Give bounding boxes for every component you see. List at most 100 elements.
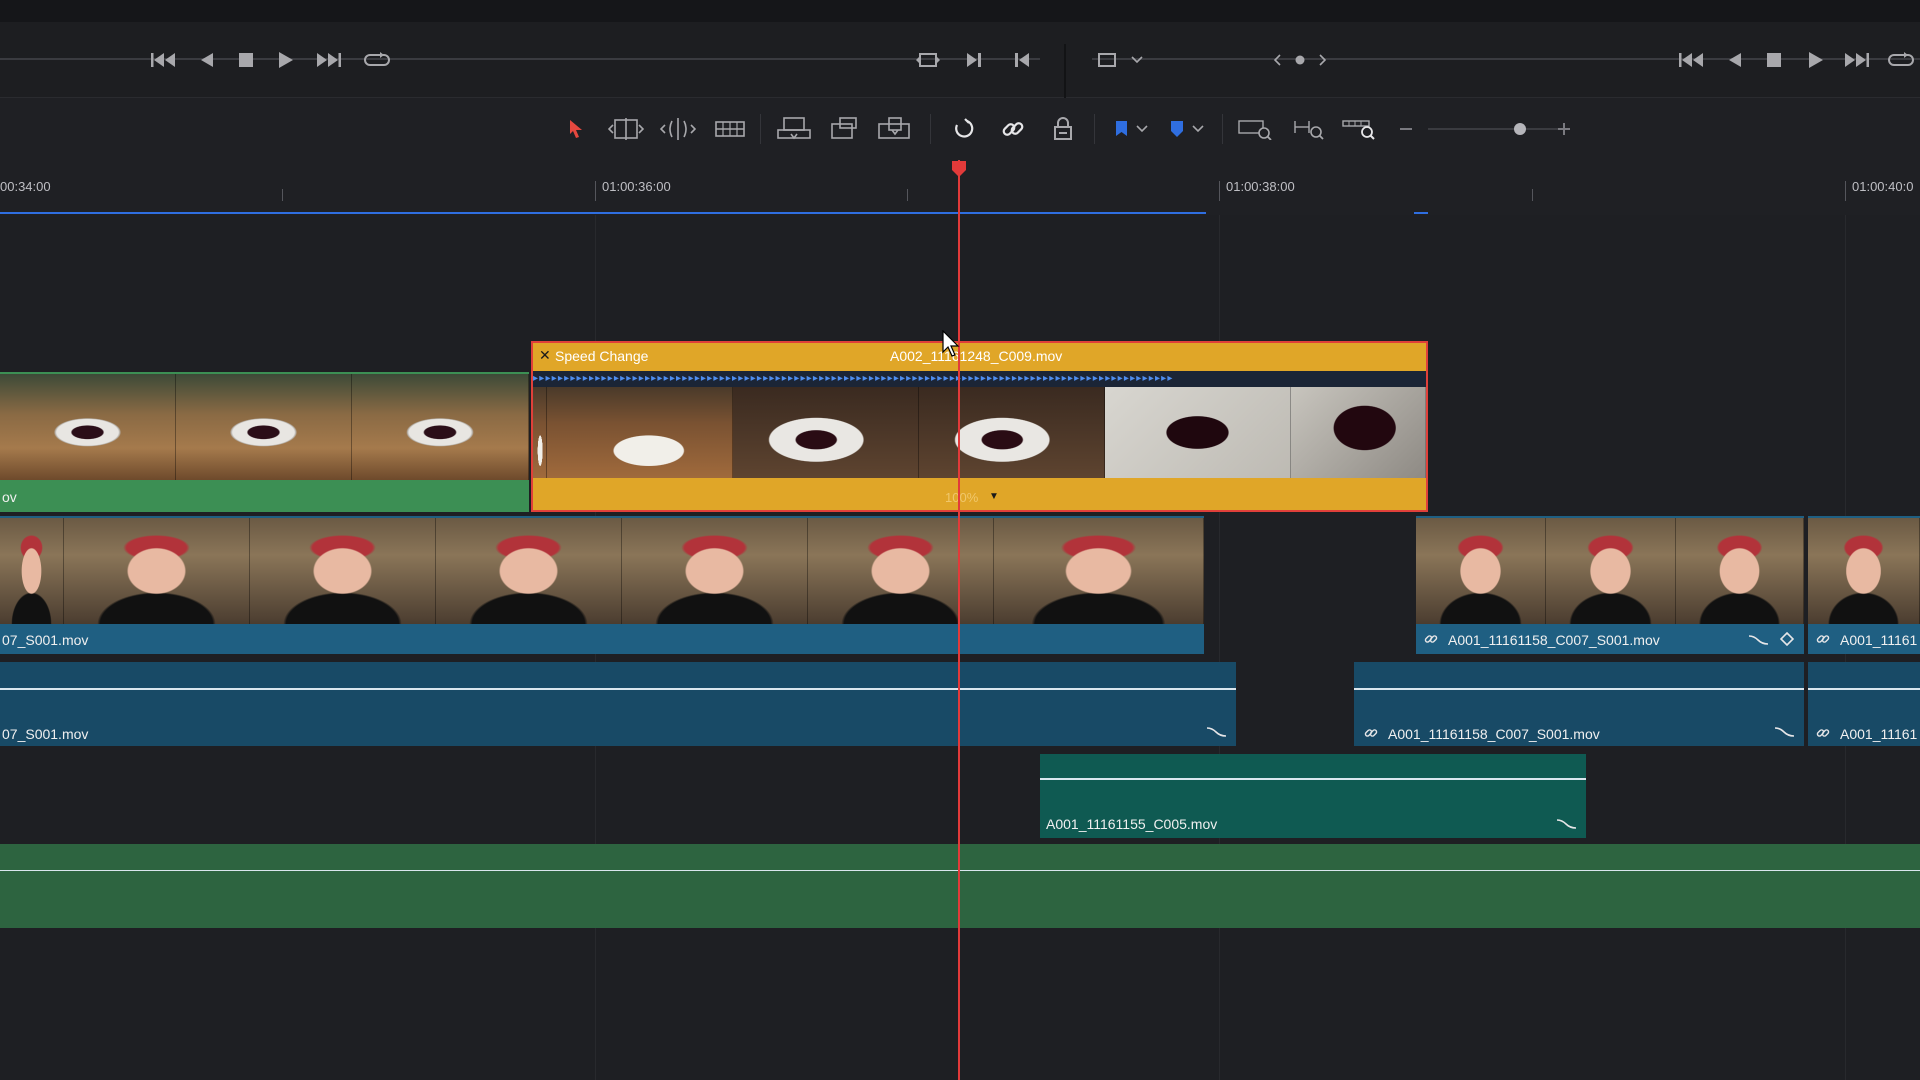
timeline-scrub-bar[interactable] <box>1092 58 1920 60</box>
zoom-custom-icon[interactable] <box>1340 115 1378 143</box>
ruler-tick <box>1532 189 1533 201</box>
zoom-detail-icon[interactable] <box>1290 115 1328 143</box>
close-icon[interactable]: ✕ <box>539 347 551 364</box>
clip-thumbnail <box>0 374 176 480</box>
chevron-down-icon[interactable] <box>1126 46 1148 74</box>
clip-thumbnail <box>1808 518 1920 624</box>
video-clip-green[interactable]: ov <box>0 372 529 512</box>
clip-thumbnail <box>733 387 919 478</box>
curve-icon[interactable] <box>1206 724 1228 743</box>
curve-icon[interactable] <box>1556 816 1578 835</box>
clip-thumbnail <box>436 518 622 624</box>
link-icon <box>1424 632 1438 651</box>
match-frame-icon[interactable] <box>914 46 942 74</box>
audio-waveform <box>0 870 1920 871</box>
chevron-down-icon[interactable]: ▼ <box>989 491 999 502</box>
jog-control-icon[interactable] <box>1270 46 1330 74</box>
stop-icon[interactable] <box>1762 46 1786 74</box>
toolbar-divider <box>1094 114 1095 144</box>
ruler-tick <box>1219 181 1220 201</box>
toolbar-divider <box>1222 114 1223 144</box>
zoom-full-icon[interactable] <box>1236 115 1274 143</box>
dynamic-trim-icon[interactable] <box>658 115 698 143</box>
playhead[interactable] <box>958 160 960 1080</box>
clip-name: A001_11161 <box>1840 726 1918 742</box>
flag-icon[interactable] <box>1110 115 1132 143</box>
zoom-slider-track[interactable] <box>1428 128 1568 130</box>
timecode-label: 01:00:36:00 <box>602 179 671 194</box>
clip-name: A001_11161155_C005.mov <box>1046 816 1218 832</box>
clip-thumbnail <box>352 374 529 480</box>
video-clip-interview[interactable]: A001_11161 <box>1808 516 1920 654</box>
selection-tool-icon[interactable] <box>562 115 590 143</box>
curve-icon[interactable] <box>1748 632 1770 651</box>
prev-edit-icon[interactable] <box>1010 46 1034 74</box>
clip-thumbnail <box>64 518 250 624</box>
clip-thumbnail <box>250 518 436 624</box>
clip-thumbnail <box>994 518 1204 624</box>
transport-controls <box>0 22 1920 119</box>
loop-icon[interactable] <box>1886 46 1916 74</box>
playhead-handle[interactable] <box>951 160 967 183</box>
chevron-down-icon[interactable] <box>1134 115 1150 143</box>
zoom-out-icon[interactable] <box>1396 115 1416 143</box>
position-lock-icon[interactable] <box>1048 115 1078 143</box>
viewer-mode-icon[interactable] <box>1094 46 1120 74</box>
blade-tool-icon[interactable] <box>712 115 748 143</box>
replace-clip-icon[interactable] <box>874 115 914 143</box>
audio-clip[interactable]: A001_11161155_C005.mov <box>1040 754 1586 838</box>
clip-name: A001_11161158_C007_S001.mov <box>1388 726 1600 742</box>
audio-clip[interactable]: A001_11161158_C007_S001.mov <box>1354 662 1804 746</box>
chevron-down-icon[interactable] <box>1190 115 1206 143</box>
clip-thumbnail <box>547 387 733 478</box>
play-icon[interactable] <box>274 46 298 74</box>
timecode-label: 00:34:00 <box>0 179 51 194</box>
video-clip-interview[interactable]: A001_11161158_C007_S001.mov <box>1416 516 1804 654</box>
skip-forward-icon[interactable] <box>312 46 344 74</box>
clip-name: 07_S001.mov <box>2 632 89 648</box>
speed-percentage[interactable]: 100% <box>945 490 978 505</box>
loop-icon[interactable] <box>362 46 392 74</box>
audio-waveform <box>1354 688 1804 690</box>
overwrite-clip-icon[interactable] <box>826 115 862 143</box>
ruler-tick <box>282 189 283 201</box>
toolbar-divider <box>930 114 931 144</box>
clip-name: A002_11161248_C009.mov <box>890 348 1063 364</box>
audio-waveform <box>0 688 1236 690</box>
trim-tool-icon[interactable] <box>606 115 646 143</box>
zoom-in-icon[interactable] <box>1554 115 1574 143</box>
music-track-clip[interactable] <box>0 844 1920 928</box>
clip-name: A001_11161 <box>1840 632 1918 648</box>
edit-toolbar <box>0 98 1920 161</box>
next-edit-icon[interactable] <box>962 46 986 74</box>
clip-name: 07_S001.mov <box>2 726 89 742</box>
link-icon <box>1364 726 1378 745</box>
timecode-label: 01:00:38:00 <box>1226 179 1295 194</box>
step-back-icon[interactable] <box>196 46 218 74</box>
snapping-icon[interactable] <box>948 115 978 143</box>
clip-thumbnail <box>1546 518 1676 624</box>
step-back-icon[interactable] <box>1724 46 1746 74</box>
zoom-slider-handle[interactable] <box>1514 123 1526 135</box>
video-clip-interview[interactable]: 07_S001.mov <box>0 516 1204 654</box>
linked-selection-icon[interactable] <box>998 115 1028 143</box>
link-icon <box>1816 726 1830 745</box>
skip-back-icon[interactable] <box>1676 46 1708 74</box>
keyframe-icon[interactable] <box>1779 631 1795 651</box>
insert-clip-icon[interactable] <box>774 115 814 143</box>
speed-change-clip[interactable]: ✕ Speed Change A002_11161248_C009.mov ▸▸… <box>531 341 1428 512</box>
marker-icon[interactable] <box>1166 115 1188 143</box>
curve-icon[interactable] <box>1774 724 1796 743</box>
clip-thumbnail <box>622 518 808 624</box>
play-icon[interactable] <box>1804 46 1828 74</box>
clip-thumbnail <box>1291 387 1426 478</box>
audio-clip[interactable]: A001_11161 <box>1808 662 1920 746</box>
skip-back-icon[interactable] <box>148 46 180 74</box>
skip-forward-icon[interactable] <box>1840 46 1872 74</box>
link-icon <box>1816 632 1830 651</box>
clip-name: ov <box>2 489 17 505</box>
clip-thumbnail <box>808 518 994 624</box>
stop-icon[interactable] <box>234 46 258 74</box>
audio-clip[interactable]: 07_S001.mov <box>0 662 1236 746</box>
clip-name: A001_11161158_C007_S001.mov <box>1448 632 1660 648</box>
